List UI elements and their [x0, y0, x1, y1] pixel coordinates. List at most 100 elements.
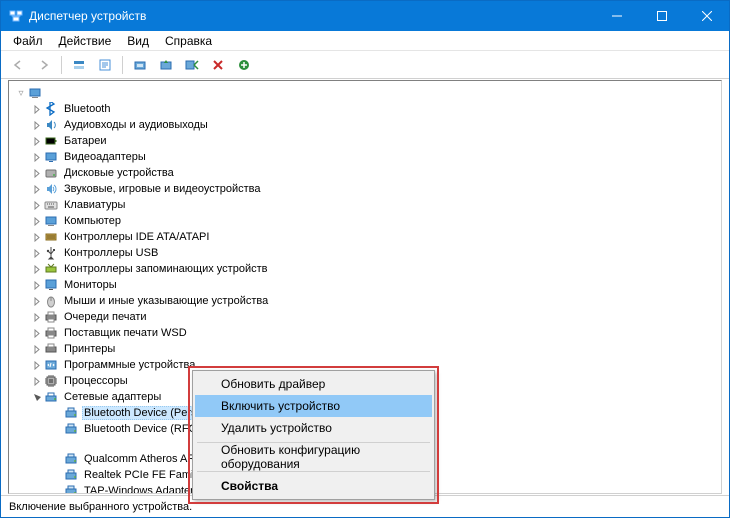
forward-button[interactable] — [33, 54, 55, 76]
ctx-enable-device[interactable]: Включить устройство — [195, 395, 432, 417]
menu-file[interactable]: Файл — [5, 32, 51, 50]
maximize-button[interactable] — [639, 1, 684, 31]
category-label: Принтеры — [62, 343, 117, 355]
tree-category[interactable]: Контроллеры IDE ATA/ATAPI — [31, 229, 721, 245]
display-icon — [43, 149, 59, 165]
storage-icon — [43, 261, 59, 277]
tree-category[interactable]: Аудиовходы и аудиовыходы — [31, 117, 721, 133]
enable-device-toolbar-button[interactable] — [181, 54, 203, 76]
expand-arrow-icon[interactable] — [31, 215, 43, 227]
category-label: Программные устройства — [62, 359, 197, 371]
keyboard-icon — [43, 197, 59, 213]
expand-arrow-icon[interactable] — [31, 151, 43, 163]
category-label: Процессоры — [62, 375, 130, 387]
expand-arrow-icon[interactable] — [31, 343, 43, 355]
menu-help[interactable]: Справка — [157, 32, 220, 50]
category-label: Мыши и иные указывающие устройства — [62, 295, 270, 307]
expand-arrow-icon[interactable] — [31, 375, 43, 387]
category-label: Контроллеры запоминающих устройств — [62, 263, 269, 275]
ide-icon — [43, 229, 59, 245]
toolbar-separator — [122, 56, 123, 74]
tree-category[interactable]: Поставщик печати WSD — [31, 325, 721, 341]
printer-icon — [43, 341, 59, 357]
tree-category[interactable]: Звуковые, игровые и видеоустройства — [31, 181, 721, 197]
properties-toolbar-button[interactable] — [94, 54, 116, 76]
category-label: Дисковые устройства — [62, 167, 176, 179]
device-manager-window: Диспетчер устройств Файл Действие Вид Сп… — [0, 0, 730, 518]
tree-category[interactable]: Видеоадаптеры — [31, 149, 721, 165]
disk-icon — [43, 165, 59, 181]
tree-category[interactable]: Батареи — [31, 133, 721, 149]
tree-category[interactable]: Контроллеры USB — [31, 245, 721, 261]
computer-icon — [43, 213, 59, 229]
tree-category[interactable]: Bluetooth — [31, 101, 721, 117]
status-text: Включение выбранного устройства. — [9, 501, 192, 513]
add-legacy-button[interactable] — [233, 54, 255, 76]
toolbar — [1, 51, 729, 79]
scan-hardware-button[interactable] — [129, 54, 151, 76]
expand-arrow-icon[interactable] — [31, 167, 43, 179]
netadapter-icon — [63, 467, 79, 483]
expand-arrow-icon[interactable] — [31, 135, 43, 147]
ctx-delete-device[interactable]: Удалить устройство — [195, 417, 432, 439]
network-icon — [43, 389, 59, 405]
tree-category[interactable]: Мыши и иные указывающие устройства — [31, 293, 721, 309]
category-label: Видеоадаптеры — [62, 151, 148, 163]
tree-root[interactable]: ▿ — [15, 85, 721, 101]
tree-category[interactable]: Компьютер — [31, 213, 721, 229]
expand-arrow-icon[interactable] — [31, 359, 43, 371]
expand-arrow-icon[interactable] — [31, 279, 43, 291]
battery-icon — [43, 133, 59, 149]
minimize-button[interactable] — [594, 1, 639, 31]
netadapter-icon — [63, 421, 79, 437]
netadapter-icon — [63, 483, 79, 494]
context-menu: Обновить драйвер Включить устройство Уда… — [192, 370, 435, 500]
expand-arrow-icon[interactable] — [31, 295, 43, 307]
toolbar-separator — [61, 56, 62, 74]
expand-arrow-icon[interactable] — [31, 327, 43, 339]
usb-icon — [43, 245, 59, 261]
software-icon — [43, 357, 59, 373]
expand-arrow-icon[interactable] — [31, 247, 43, 259]
category-label: Bluetooth — [62, 103, 112, 115]
uninstall-toolbar-button[interactable] — [207, 54, 229, 76]
category-label: Компьютер — [62, 215, 123, 227]
ctx-update-driver[interactable]: Обновить драйвер — [195, 373, 432, 395]
titlebar[interactable]: Диспетчер устройств — [1, 1, 729, 31]
ctx-separator — [197, 471, 430, 472]
close-button[interactable] — [684, 1, 729, 31]
expand-arrow-icon[interactable] — [31, 183, 43, 195]
expand-arrow-icon[interactable] — [31, 103, 43, 115]
ctx-scan-hardware[interactable]: Обновить конфигурацию оборудования — [195, 446, 432, 468]
expand-arrow-icon[interactable] — [31, 391, 43, 403]
tree-category[interactable]: Очереди печати — [31, 309, 721, 325]
show-hidden-button[interactable] — [68, 54, 90, 76]
category-label: Звуковые, игровые и видеоустройства — [62, 183, 263, 195]
update-driver-toolbar-button[interactable] — [155, 54, 177, 76]
app-icon — [9, 9, 23, 23]
expand-arrow-icon[interactable] — [31, 263, 43, 275]
back-button[interactable] — [7, 54, 29, 76]
printqueue-icon — [43, 309, 59, 325]
expand-arrow-icon[interactable] — [31, 231, 43, 243]
tree-category[interactable]: Контроллеры запоминающих устройств — [31, 261, 721, 277]
expand-arrow-icon[interactable] — [31, 119, 43, 131]
tree-category[interactable]: Клавиатуры — [31, 197, 721, 213]
category-label: Батареи — [62, 135, 109, 147]
category-label: Очереди печати — [62, 311, 149, 323]
category-label: Поставщик печати WSD — [62, 327, 189, 339]
cpu-icon — [43, 373, 59, 389]
menu-action[interactable]: Действие — [51, 32, 120, 50]
ctx-properties[interactable]: Свойства — [195, 475, 432, 497]
tree-category[interactable]: Дисковые устройства — [31, 165, 721, 181]
menubar: Файл Действие Вид Справка — [1, 31, 729, 51]
netadapter-icon — [63, 405, 79, 421]
expand-arrow-icon[interactable] — [31, 199, 43, 211]
tree-category[interactable]: Мониторы — [31, 277, 721, 293]
computer-icon — [27, 85, 43, 101]
sound-icon — [43, 181, 59, 197]
expand-arrow-icon[interactable] — [31, 311, 43, 323]
menu-view[interactable]: Вид — [119, 32, 157, 50]
printqueue-icon — [43, 325, 59, 341]
tree-category[interactable]: Принтеры — [31, 341, 721, 357]
